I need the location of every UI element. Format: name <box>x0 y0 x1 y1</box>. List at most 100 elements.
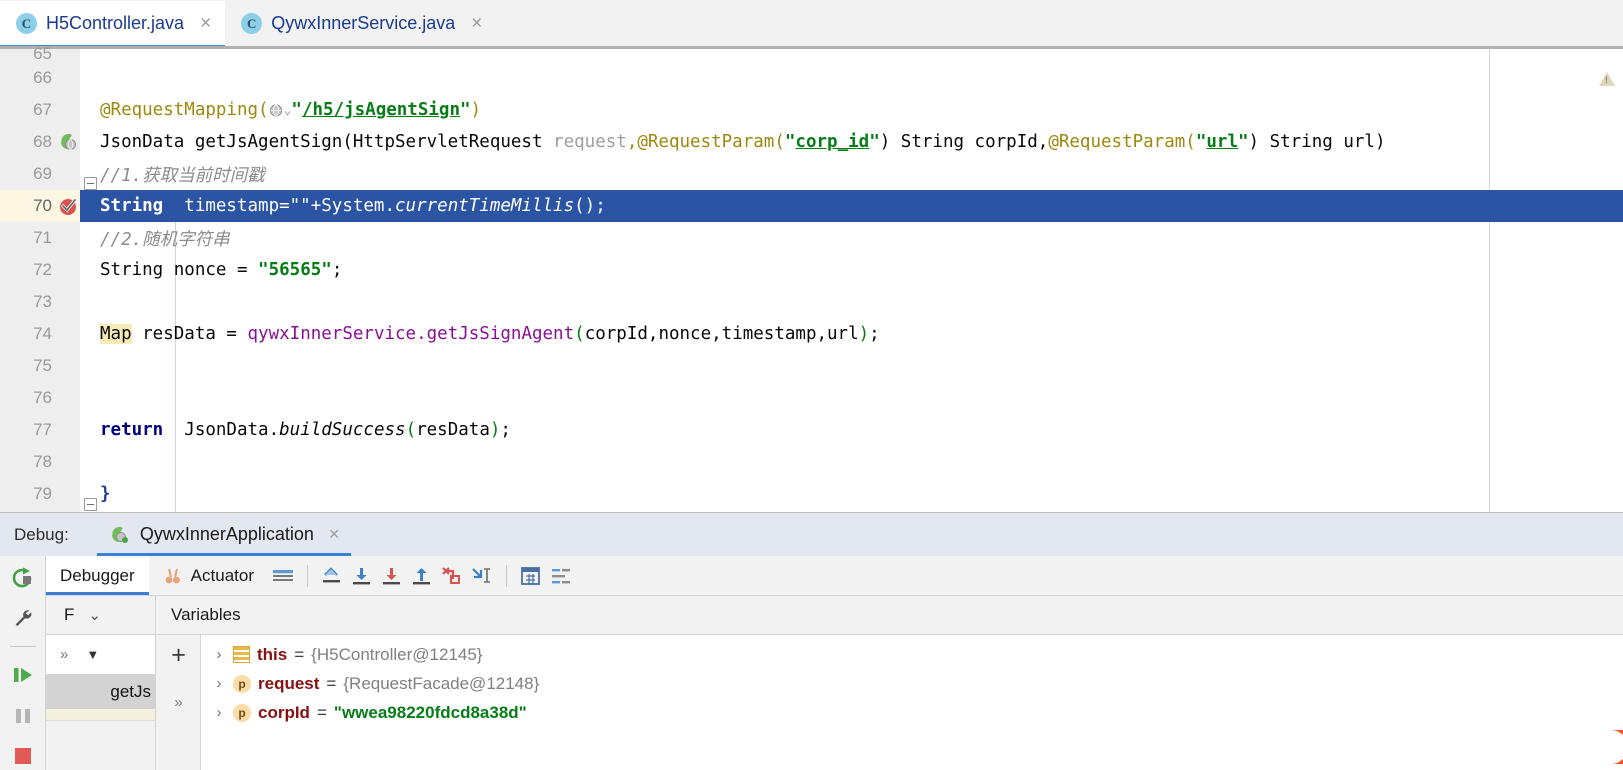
static-method-token: buildSuccess <box>279 420 406 440</box>
step-into-icon[interactable] <box>377 561 407 591</box>
code-segment: ; <box>331 260 343 280</box>
chevron-right-icon[interactable]: › <box>212 704 226 721</box>
tab-actuator[interactable]: Actuator <box>149 556 268 595</box>
url-path-token[interactable]: /h5/jsAgentSign <box>302 100 460 120</box>
editor-tab-qywxinnerservice[interactable]: C QywxInnerService.java × <box>225 1 497 46</box>
code-line-73[interactable]: 73 <box>0 286 1623 318</box>
run-configuration-tab[interactable]: QywxInnerApplication × <box>96 513 352 556</box>
editor-tab-label: QywxInnerService.java <box>271 13 456 33</box>
param-name-corp-id[interactable]: corp_id <box>795 132 869 152</box>
code-line-72[interactable]: 72 String nonce = "56565"; <box>0 254 1623 286</box>
line-number: 77 <box>33 420 52 439</box>
annotation-token: @RequestParam( <box>637 132 785 152</box>
annotation-token: @RequestMapping( <box>100 100 269 120</box>
editor-tab-label: H5Controller.java <box>46 13 185 33</box>
variable-value: {RequestFacade@12148} <box>343 673 540 693</box>
evaluate-expression-icon[interactable] <box>516 561 546 591</box>
code-line-78[interactable]: 78 <box>0 446 1623 478</box>
code-line-67[interactable]: 67 @RequestMapping(⌄ "/h5/jsAgentSign ") <box>0 94 1623 126</box>
globe-icon[interactable] <box>269 103 284 118</box>
code-line-68[interactable]: 68 JsonData getJsAgentSign(HttpServletRe… <box>0 126 1623 158</box>
annotation-close: ) <box>470 100 482 120</box>
resume-program-icon[interactable] <box>8 661 38 689</box>
console-icon[interactable] <box>268 561 298 591</box>
breakpoint-verified-icon[interactable] <box>60 190 80 222</box>
mute-breakpoints-icon[interactable] <box>546 561 576 591</box>
code-segment: resData = <box>131 324 248 344</box>
variables-more-button[interactable]: » <box>174 694 182 711</box>
frame-list-item[interactable]: getJs <box>46 675 155 709</box>
equals-sign: = <box>326 673 337 693</box>
variable-row-request[interactable]: › p request = {RequestFacade@12148} <box>202 669 1623 698</box>
spring-boot-icon <box>111 526 128 543</box>
code-line-71[interactable]: 71 //2.随机字符串 <box>0 222 1623 254</box>
close-icon[interactable]: × <box>471 14 482 33</box>
variables-tree[interactable]: › this = {H5Controller@12145} › p reques… <box>202 636 1623 770</box>
show-execution-point-icon[interactable] <box>317 561 347 591</box>
variable-value: "wwea98220fdcd8a38d" <box>333 702 527 722</box>
close-icon[interactable]: × <box>200 14 211 33</box>
line-number: 75 <box>33 356 52 375</box>
add-watch-button[interactable]: + <box>171 643 186 668</box>
step-over-icon[interactable] <box>347 561 377 591</box>
code-text: //1.获取当前时间戳 <box>80 158 1623 190</box>
code-text: return JsonData. buildSuccess(resData); <box>80 414 1623 446</box>
debug-toolbar: Debugger Actuator <box>46 556 1623 596</box>
tab-debugger[interactable]: Debugger <box>46 556 149 595</box>
equals-sign: = <box>294 644 305 664</box>
string-literal: "56565" <box>258 260 332 280</box>
this-object-icon <box>233 646 250 663</box>
chevron-down-icon[interactable]: ⌄ <box>284 103 292 118</box>
editor-tab-h5controller[interactable]: C H5Controller.java × <box>0 1 226 48</box>
chevron-down-icon[interactable]: ⌄ <box>88 606 101 624</box>
code-segment: String nonce = <box>100 260 259 280</box>
method-call-token: .getJsSignAgent <box>416 324 575 344</box>
code-line-69[interactable]: 69 //1.获取当前时间戳 <box>0 158 1623 190</box>
line-number: 70 <box>33 196 52 215</box>
code-line-79[interactable]: 79 } <box>0 478 1623 510</box>
code-line-77[interactable]: 77 return JsonData. buildSuccess(resData)… <box>0 414 1623 446</box>
code-segment: timestamp=""+System. <box>163 196 396 216</box>
code-line-70[interactable]: 70 String timestamp=""+System. currentTim… <box>0 190 1623 222</box>
paren: ) <box>858 324 870 344</box>
settings-wrench-icon[interactable] <box>8 604 38 632</box>
param-name-url[interactable]: url <box>1206 132 1238 152</box>
pause-program-icon[interactable] <box>8 702 38 730</box>
notification-corner-icon[interactable] <box>1583 724 1623 768</box>
string-quote: " <box>784 132 796 152</box>
code-segment: ) String url) <box>1248 132 1386 152</box>
code-line-76[interactable]: 76 <box>0 382 1623 414</box>
variable-row-corpid[interactable]: › p corpId = "wwea98220fdcd8a38d" <box>202 698 1623 727</box>
frame-list-item[interactable] <box>46 709 155 721</box>
line-number: 73 <box>33 292 52 311</box>
code-line-66[interactable]: 66 <box>0 62 1623 94</box>
chevron-right-icon[interactable]: › <box>212 675 226 692</box>
frames-more-button[interactable]: » <box>60 646 68 663</box>
code-line-65[interactable]: 65 <box>0 46 1623 62</box>
step-out-icon[interactable] <box>437 561 467 591</box>
method-signature: JsonData getJsAgentSign(HttpServletReque… <box>100 132 554 152</box>
variable-row-this[interactable]: › this = {H5Controller@12145} <box>202 640 1623 669</box>
line-number: 71 <box>33 228 52 247</box>
code-text: String timestamp=""+System. currentTimeMi… <box>80 190 1623 222</box>
force-step-into-icon[interactable] <box>407 561 437 591</box>
run-to-cursor-icon[interactable] <box>467 561 497 591</box>
chevron-right-icon[interactable]: › <box>212 646 226 663</box>
code-line-74[interactable]: 74 Map resData = qywxInnerService .getJsS… <box>0 318 1623 350</box>
field-token: qywxInnerService <box>247 324 417 344</box>
frames-controls: » ▼ <box>46 635 155 675</box>
code-line-75[interactable]: 75 <box>0 350 1623 382</box>
string-quote: " <box>869 132 880 152</box>
comma: , <box>626 132 638 152</box>
code-segment: JsonData. <box>163 420 280 440</box>
line-number: 69 <box>33 164 52 183</box>
code-editor[interactable]: 65 66 67 @RequestMapping(⌄"/h5/jsAgentSi… <box>0 46 1623 512</box>
stop-program-icon[interactable] <box>8 742 38 770</box>
frames-dropdown-icon[interactable]: ▼ <box>86 647 99 662</box>
spring-web-mapping-icon[interactable] <box>60 126 80 158</box>
rerun-icon[interactable] <box>8 564 38 592</box>
close-icon[interactable]: × <box>329 524 340 545</box>
